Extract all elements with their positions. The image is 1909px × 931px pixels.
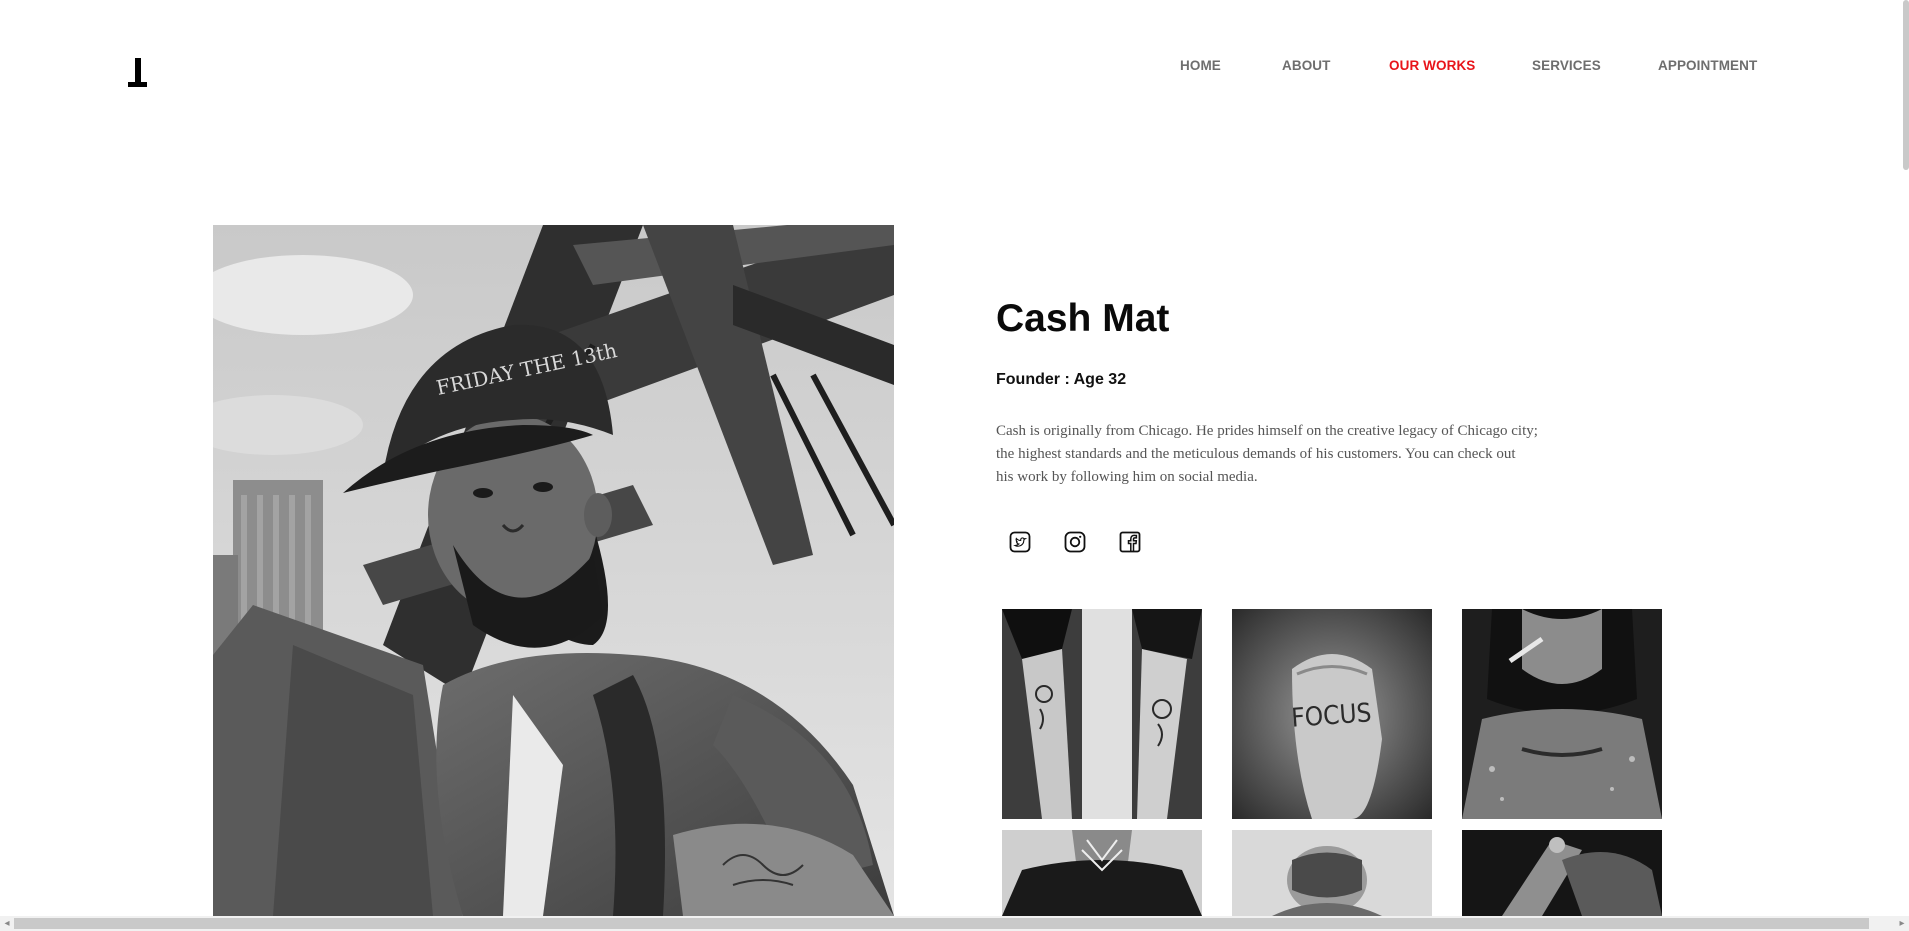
gallery-image — [1462, 830, 1662, 916]
scroll-right-arrow-icon[interactable]: ▸ — [1895, 916, 1909, 931]
nav-appointment[interactable]: APPOINTMENT — [1658, 58, 1757, 73]
nav-home[interactable]: HOME — [1180, 58, 1221, 73]
gallery-item[interactable] — [1462, 609, 1662, 819]
focus-caption: FOCUS — [1290, 698, 1372, 734]
founder-role: Founder : Age 32 — [996, 371, 1127, 388]
gallery-image — [1002, 609, 1202, 819]
main-nav: HOME ABOUT OUR WORKS SERVICES APPOINTMEN… — [0, 58, 1909, 78]
gallery-item[interactable] — [1232, 830, 1432, 916]
nav-our-works[interactable]: OUR WORKS — [1389, 58, 1475, 73]
founder-name: Cash Mat — [996, 297, 1170, 340]
portrait-illustration: FRIDAY THE 13th — [213, 225, 894, 916]
gallery-item[interactable]: FOCUS — [1232, 609, 1432, 819]
bio-line: the highest standards and the meticulous… — [996, 446, 1516, 462]
bio-line: his work by following him on social medi… — [996, 469, 1258, 485]
gallery-item[interactable] — [1462, 830, 1662, 916]
logo-base — [128, 82, 147, 87]
gallery-image — [1232, 830, 1432, 916]
nav-about[interactable]: ABOUT — [1282, 58, 1331, 73]
gallery-image: FOCUS — [1232, 609, 1432, 819]
founder-portrait: FRIDAY THE 13th — [213, 225, 894, 916]
twitter-icon[interactable] — [1009, 531, 1031, 553]
founder-bio: Cash is originally from Chicago. He prid… — [996, 420, 1576, 489]
scrollbar-thumb[interactable] — [14, 918, 1869, 929]
gallery-image — [1002, 830, 1202, 916]
gallery-image — [1462, 609, 1662, 819]
bio-line: Cash is originally from Chicago. He prid… — [996, 423, 1538, 439]
horizontal-scrollbar[interactable]: ◂ ▸ — [0, 916, 1909, 931]
facebook-icon[interactable] — [1119, 531, 1141, 553]
nav-services[interactable]: SERVICES — [1532, 58, 1601, 73]
scroll-left-arrow-icon[interactable]: ◂ — [0, 916, 14, 931]
vertical-scrollbar[interactable] — [1903, 0, 1909, 170]
gallery-item[interactable] — [1002, 609, 1202, 819]
gallery-item[interactable] — [1002, 830, 1202, 916]
instagram-icon[interactable] — [1064, 531, 1086, 553]
